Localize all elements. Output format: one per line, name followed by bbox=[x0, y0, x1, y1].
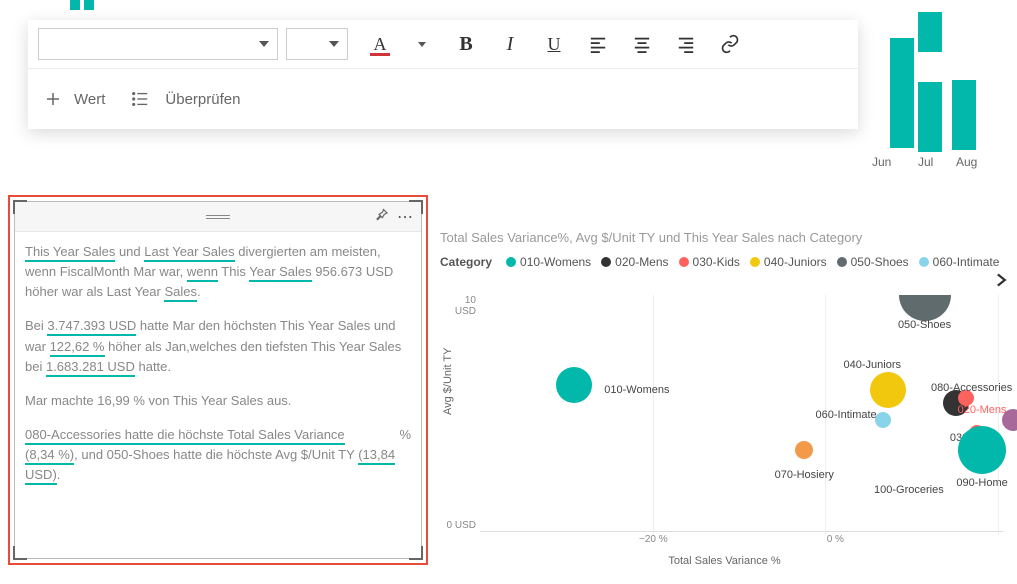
legend-scroll-right-icon[interactable] bbox=[995, 273, 1009, 287]
bubble-label: 010-Womens bbox=[604, 384, 669, 396]
scatter-chart[interactable]: Total Sales Variance%, Avg $/Unit TY und… bbox=[440, 230, 1009, 576]
font-color-dropdown[interactable] bbox=[404, 28, 440, 60]
y-ticks: 10 USD 0 USD bbox=[442, 295, 476, 531]
bold-button[interactable]: B bbox=[448, 28, 484, 60]
bubble-extra[interactable] bbox=[1002, 409, 1017, 431]
chart-legend: Category 010-Womens 020-Mens 030-Kids 04… bbox=[440, 255, 1009, 287]
legend-item[interactable]: 060-Intimate bbox=[919, 255, 1000, 269]
legend-item[interactable]: 040-Juniors bbox=[750, 255, 827, 269]
visual-header: ⋯ bbox=[15, 202, 421, 232]
font-size-dropdown[interactable] bbox=[286, 28, 348, 60]
review-icon[interactable] bbox=[131, 83, 149, 115]
align-right-button[interactable] bbox=[668, 28, 704, 60]
add-value-button[interactable] bbox=[44, 83, 62, 115]
text-format-toolbar: A B I U Wert Überprüfen bbox=[28, 20, 858, 129]
bubble-home[interactable] bbox=[958, 426, 1006, 474]
x-ticks: −20 % 0 % bbox=[480, 531, 1003, 545]
italic-button[interactable]: I bbox=[492, 28, 528, 60]
legend-item[interactable]: 020-Mens bbox=[601, 255, 668, 269]
more-options-icon[interactable]: ⋯ bbox=[397, 207, 413, 227]
bubble-shoes[interactable] bbox=[899, 295, 951, 321]
legend-item[interactable]: 030-Kids bbox=[679, 255, 740, 269]
narrative-text[interactable]: This Year Sales und Last Year Sales dive… bbox=[15, 232, 421, 509]
bubble-hosiery[interactable] bbox=[795, 441, 813, 459]
bubble-label: 080-Accessories bbox=[931, 382, 1012, 394]
review-label: Überprüfen bbox=[165, 91, 240, 108]
scatter-plot-area: 10 USD 0 USD 050-Shoes 010-Womens 040-Ju… bbox=[480, 295, 1003, 545]
underline-button[interactable]: U bbox=[536, 28, 572, 60]
drag-grip-icon[interactable] bbox=[206, 213, 230, 221]
bubble-label: 090-Home bbox=[956, 477, 1007, 489]
bubble-intimate[interactable] bbox=[875, 412, 891, 428]
align-left-button[interactable] bbox=[580, 28, 616, 60]
bubble-label: 050-Shoes bbox=[898, 319, 951, 331]
legend-item[interactable]: 050-Shoes bbox=[837, 255, 909, 269]
bubble-label: 070-Hosiery bbox=[775, 469, 834, 481]
bubble-label: 060-Intimate bbox=[816, 409, 877, 421]
legend-title: Category bbox=[440, 255, 492, 269]
xtick-jul: Jul bbox=[918, 155, 933, 169]
bubble-label: 040-Juniors bbox=[844, 359, 901, 371]
bubble-juniors[interactable] bbox=[870, 372, 906, 408]
legend-item[interactable]: 010-Womens bbox=[506, 255, 591, 269]
font-color-button[interactable]: A bbox=[362, 28, 398, 60]
font-family-dropdown[interactable] bbox=[38, 28, 278, 60]
bubble-womens[interactable] bbox=[556, 367, 592, 403]
xtick-jun: Jun bbox=[872, 155, 891, 169]
pin-icon[interactable] bbox=[373, 207, 389, 226]
smart-narrative-selection: ⋯ This Year Sales und Last Year Sales di… bbox=[8, 195, 428, 565]
smart-narrative-visual[interactable]: ⋯ This Year Sales und Last Year Sales di… bbox=[14, 201, 422, 559]
align-center-button[interactable] bbox=[624, 28, 660, 60]
bubble-label: 100-Groceries bbox=[874, 484, 944, 496]
x-axis-label: Total Sales Variance % bbox=[440, 555, 1009, 567]
link-button[interactable] bbox=[712, 28, 748, 60]
bubble-label: 020-Mens bbox=[958, 404, 1007, 416]
add-value-label: Wert bbox=[74, 91, 105, 108]
xtick-aug: Aug bbox=[956, 155, 977, 169]
chart-title: Total Sales Variance%, Avg $/Unit TY und… bbox=[440, 230, 1009, 245]
